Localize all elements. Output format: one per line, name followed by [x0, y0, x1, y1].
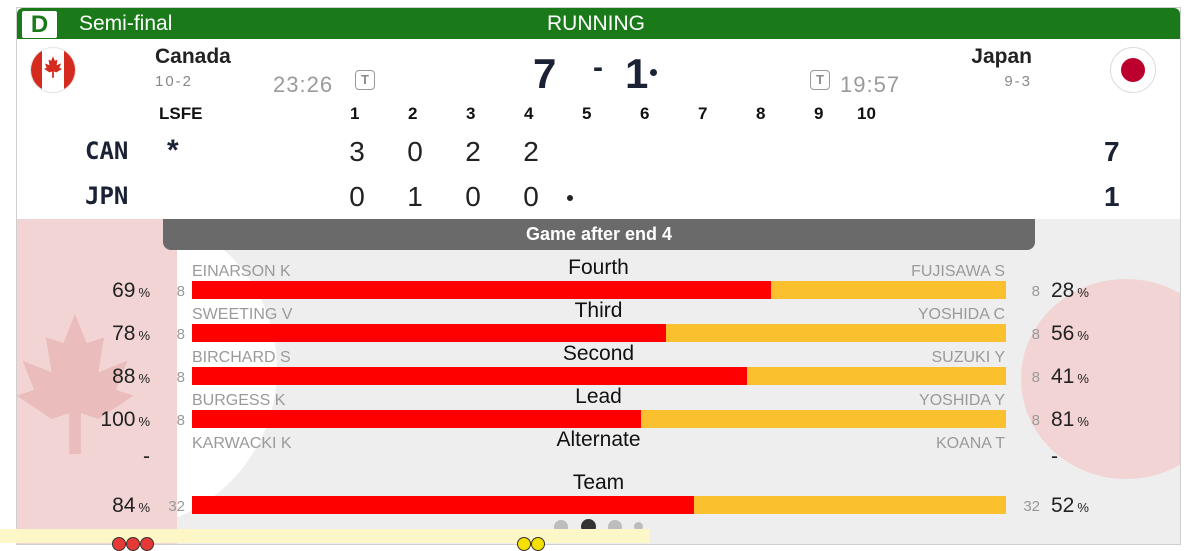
player-stats-panel[interactable]: Game after end 4 Fourth EINARSON K FUJISAW… [17, 219, 1180, 544]
home-player-name: SWEETING V [192, 306, 293, 323]
home-team-name: Canada [155, 45, 231, 68]
position-label: Team [572, 471, 625, 494]
end-number: 2 [408, 104, 418, 123]
away-thinking-clock: 19:57 [840, 72, 901, 97]
home-player-name: BURGESS K [192, 392, 286, 409]
home-end-score: 0 [407, 136, 423, 167]
away-percentage: - [1051, 445, 1058, 468]
home-shot-count: 8 [176, 369, 185, 386]
yellow-stone-icon [517, 537, 531, 551]
comparison-bar [192, 410, 1006, 428]
sheet-badge: D [22, 11, 57, 38]
home-shot-count: 8 [176, 412, 185, 429]
away-player-name: KOANA T [935, 435, 1005, 452]
game-status-bar: D Semi-final RUNNING [17, 8, 1180, 39]
stats-row-alternate: Alternate KARWACKI K KOANA T-- [17, 428, 1180, 474]
red-stone-icon [126, 537, 140, 551]
hammer-dot-icon [567, 195, 573, 201]
home-team-record: 10-2 [155, 73, 194, 90]
home-timeout-icon: T [355, 70, 375, 90]
end-number: 7 [698, 104, 708, 123]
away-total: 1 [1104, 181, 1120, 212]
stats-row-fourth: Fourth EINARSON K FUJISAWA S 69% 8 8 28% [17, 256, 1180, 302]
home-bar-segment [192, 324, 666, 342]
stats-row-third: Third SWEETING V YOSHIDA C 78% 8 8 56% [17, 299, 1180, 345]
home-abbr: CAN [85, 137, 129, 165]
lsfe-marker: * [167, 134, 179, 167]
home-bar-segment [192, 281, 771, 299]
home-percentage: 84% [112, 494, 150, 517]
home-score: 7 [533, 50, 557, 97]
hammer-icon [650, 69, 657, 76]
end-number: 10 [857, 104, 876, 123]
away-score: 1 [625, 50, 649, 97]
away-player-name: FUJISAWA S [911, 263, 1005, 280]
away-abbr: JPN [85, 182, 129, 210]
away-end-score: 0 [465, 181, 481, 212]
comparison-bar [192, 281, 1006, 299]
red-stone-icon [140, 537, 154, 551]
japan-flag-icon [1110, 47, 1156, 93]
stats-row-lead: Lead BURGESS K YOSHIDA Y 100% 8 8 81% [17, 385, 1180, 431]
away-end-score: 0 [523, 181, 539, 212]
home-shot-count: 32 [168, 498, 185, 515]
home-shot-count: 8 [176, 283, 185, 300]
game-status: RUNNING [547, 12, 645, 35]
away-shot-count: 8 [1031, 412, 1040, 429]
home-player-name: KARWACKI K [192, 435, 292, 452]
away-team-record: 9-3 [1004, 73, 1032, 90]
comparison-bar [192, 367, 1006, 385]
home-total: 7 [1104, 136, 1120, 167]
home-end-score: 2 [523, 136, 539, 167]
home-bar-segment [192, 496, 695, 514]
red-stone-icon [112, 537, 126, 551]
home-end-score: 2 [465, 136, 481, 167]
yellow-stone-icon [531, 537, 545, 551]
round-label: Semi-final [79, 12, 173, 35]
away-end-score: 1 [407, 181, 423, 212]
comparison-bar [192, 496, 1006, 514]
home-bar-segment [192, 410, 642, 428]
end-number: 6 [640, 104, 650, 123]
game-card[interactable]: D Semi-final RUNNING Canada 10-2 23:26 T… [16, 7, 1181, 545]
home-player-name: EINARSON K [192, 263, 291, 280]
home-thinking-clock: 23:26 [273, 72, 334, 97]
scoreboard-header: Canada 10-2 23:26 T 7 - 1 T 19:57 Japan … [17, 39, 1180, 102]
away-shot-count: 8 [1031, 369, 1040, 386]
end-number: 4 [524, 104, 534, 123]
home-bar-segment [192, 367, 748, 385]
end-number: 5 [582, 104, 592, 123]
away-player-name: SUZUKI Y [931, 349, 1006, 366]
away-player-name: YOSHIDA Y [919, 392, 1005, 409]
end-number: 1 [350, 104, 360, 123]
away-timeout-icon: T [810, 70, 830, 90]
home-shot-count: 8 [176, 326, 185, 343]
away-team-name: Japan [971, 45, 1032, 68]
away-shot-count: 8 [1031, 283, 1040, 300]
home-percentage: - [143, 445, 150, 468]
comparison-bar [192, 324, 1006, 342]
away-player-name: YOSHIDA C [917, 306, 1005, 323]
end-number: 8 [756, 104, 766, 123]
home-end-score: 3 [349, 136, 365, 167]
home-player-name: BIRCHARD S [192, 349, 291, 366]
stats-row-team: Team 84% 32 32 52% [17, 471, 1180, 517]
score-separator: - [593, 51, 603, 84]
away-shot-count: 32 [1023, 498, 1040, 515]
away-shot-count: 8 [1031, 326, 1040, 343]
canada-flag-icon [30, 47, 76, 93]
next-card-strip[interactable] [0, 529, 650, 543]
away-end-score: 0 [349, 181, 365, 212]
end-number: 3 [466, 104, 476, 123]
lsfe-label: LSFE [159, 104, 203, 123]
stats-row-second: Second BIRCHARD S SUZUKI Y 88% 8 8 41% [17, 342, 1180, 388]
end-number: 9 [814, 104, 824, 123]
away-percentage: 52% [1051, 494, 1089, 517]
game-summary-banner: Game after end 4 [163, 219, 1035, 250]
